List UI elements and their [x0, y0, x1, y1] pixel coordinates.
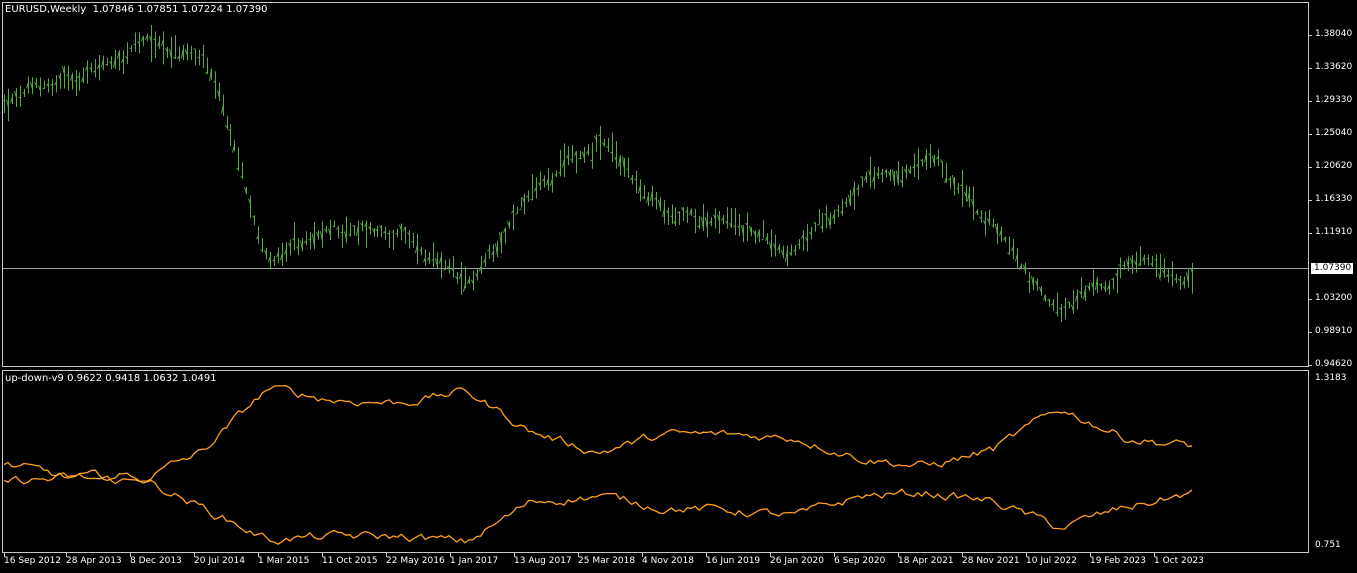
time-axis-label: 28 Apr 2013	[66, 556, 122, 566]
price-axis-label: 1.33620	[1315, 62, 1353, 72]
indicator-values: 0.9622 0.9418 1.0632 1.0491	[67, 373, 217, 384]
time-axis-label: 13 Aug 2017	[514, 556, 572, 566]
time-axis-label: 20 Jul 2014	[194, 556, 245, 566]
time-axis-label: 16 Sep 2012	[4, 556, 62, 566]
price-axis-label: 1.03200	[1315, 293, 1353, 303]
current-price-tag: 1.07390	[1311, 263, 1353, 274]
price-bar-open	[626, 168, 629, 170]
time-axis-label: 28 Nov 2021	[962, 556, 1020, 566]
indicator-name: up-down-v9	[5, 373, 64, 384]
trading-chart[interactable]	[0, 0, 1357, 573]
price-axis-label: 1.11910	[1315, 227, 1353, 237]
time-axis-label: 6 Sep 2020	[834, 556, 886, 566]
price-axis-label: 0.98910	[1315, 326, 1353, 336]
time-axis-label: 11 Oct 2015	[322, 556, 378, 566]
price-bar-open	[197, 56, 200, 58]
time-axis-label: 10 Jul 2022	[1026, 556, 1077, 566]
time-axis-label: 25 Mar 2018	[578, 556, 636, 566]
price-bar-open	[606, 146, 609, 148]
indicator-axis-max: 1.3183	[1315, 373, 1347, 383]
price-bar-open	[693, 215, 696, 218]
ohlc-values: 1.07846 1.07851 1.07224 1.07390	[92, 4, 268, 15]
time-axis-label: 1 Jan 2017	[450, 556, 499, 566]
time-axis-label: 19 Feb 2023	[1090, 556, 1147, 566]
time-axis-label: 1 Oct 2023	[1154, 556, 1204, 566]
price-axis-label: 0.94620	[1315, 359, 1353, 369]
price-bar-open	[189, 52, 192, 54]
time-axis-label: 22 May 2016	[386, 556, 445, 566]
main-header: EURUSD,Weekly 1.07846 1.07851 1.07224 1.…	[5, 4, 268, 16]
price-axis-label: 1.29330	[1315, 95, 1353, 105]
time-axis-label: 18 Apr 2021	[898, 556, 954, 566]
symbol-label: EURUSD,Weekly	[5, 4, 87, 15]
price-axis-label: 1.20620	[1315, 161, 1353, 171]
price-bar-open	[1146, 257, 1149, 260]
time-axis-label: 16 Jun 2019	[706, 556, 761, 566]
price-bar-open	[153, 38, 156, 41]
price-axis-label: 1.16330	[1315, 194, 1353, 204]
indicator-axis-min: 0.751	[1315, 540, 1341, 550]
indicator-header: up-down-v9 0.9622 0.9418 1.0632 1.0491	[5, 373, 217, 385]
time-axis-label: 1 Mar 2015	[258, 556, 310, 566]
time-axis-label: 26 Jan 2020	[770, 556, 824, 566]
time-axis-label: 8 Dec 2013	[130, 556, 182, 566]
price-bar-open	[590, 159, 593, 162]
time-axis-label: 4 Nov 2018	[642, 556, 694, 566]
price-axis-label: 1.25040	[1315, 128, 1353, 138]
price-bar-open	[129, 47, 132, 50]
price-bar-open	[443, 269, 446, 271]
price-axis-label: 1.38040	[1315, 29, 1353, 39]
price-bar-open	[515, 213, 518, 215]
